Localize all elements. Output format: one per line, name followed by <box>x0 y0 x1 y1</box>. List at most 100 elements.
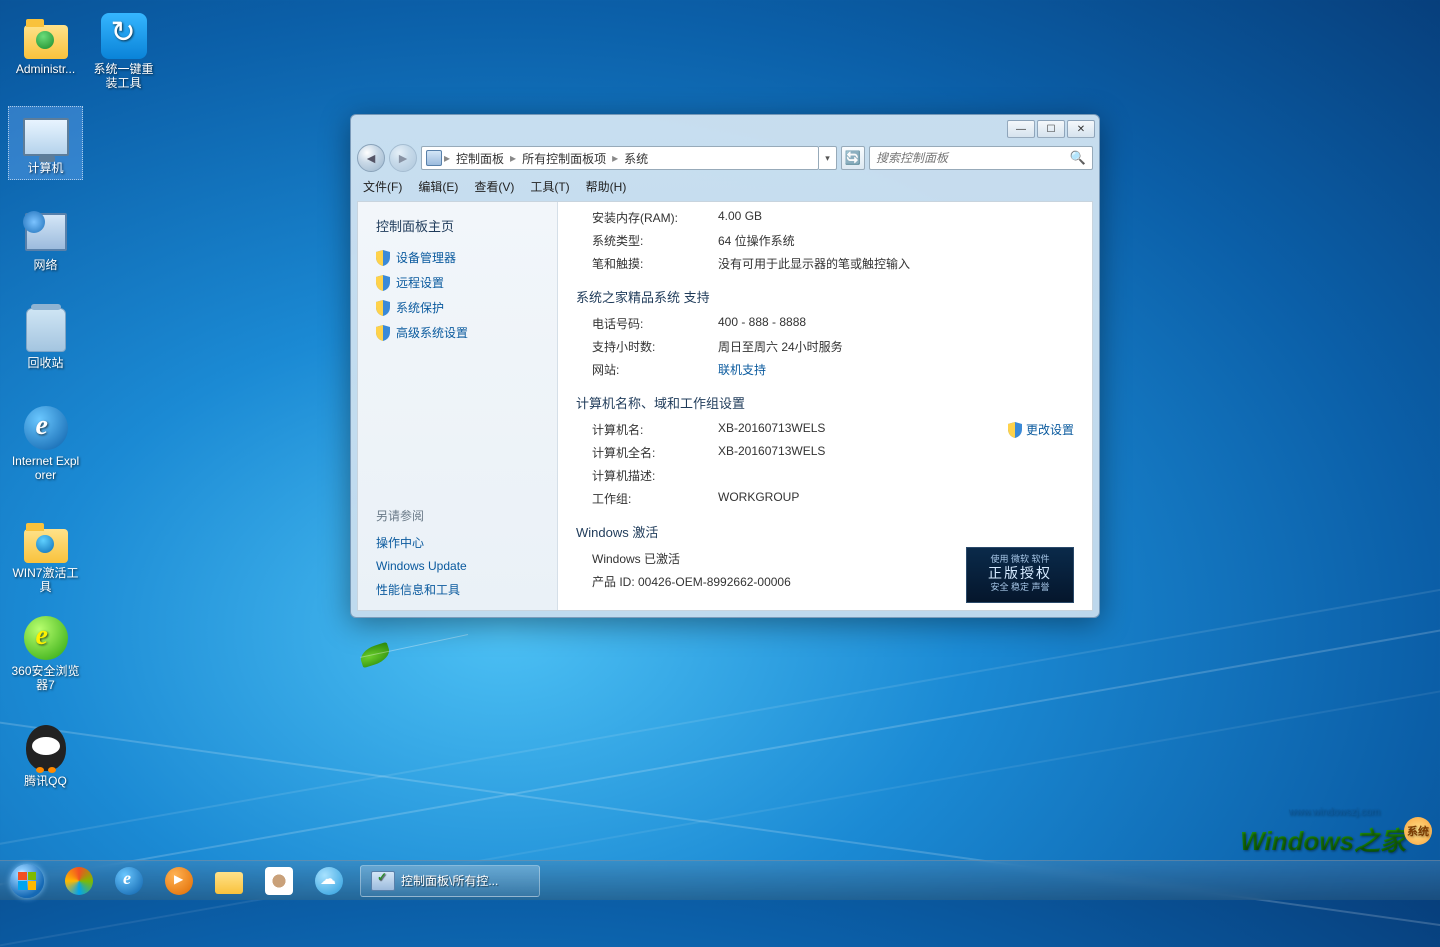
sidebar-link-perf-tools[interactable]: 性能信息和工具 <box>358 577 557 602</box>
desktop-icon-administrator[interactable]: Administr... <box>8 8 83 80</box>
reinstall-app-icon <box>100 12 148 60</box>
systype-label: 系统类型: <box>592 232 718 249</box>
cloud-icon <box>315 867 343 895</box>
taskbar-pin-explorer[interactable] <box>205 862 253 900</box>
desktop-icon-360-browser[interactable]: 360安全浏览器7 <box>8 610 83 696</box>
icon-label: 腾讯QQ <box>8 774 83 792</box>
content-pane[interactable]: 安装内存(RAM):4.00 GB 系统类型:64 位操作系统 笔和触摸:没有可… <box>558 202 1092 610</box>
taskbar-pin-wmp[interactable] <box>155 862 203 900</box>
taskbar-pin-cloud[interactable] <box>305 862 353 900</box>
desktop-icon-win7-activator[interactable]: WIN7激活工具 <box>8 512 83 598</box>
network-icon <box>22 208 70 256</box>
taskbar-pin-rgb[interactable] <box>55 862 103 900</box>
breadcrumb-bar[interactable]: ▸ 控制面板 ▸ 所有控制面板项 ▸ 系统 <box>421 146 819 170</box>
sidebar-link-windows-update[interactable]: Windows Update <box>358 555 557 577</box>
system-window: — ☐ ✕ ◄ ► ▸ 控制面板 ▸ 所有控制面板项 ▸ 系统 ▾ 🔄 🔍 文件… <box>350 114 1100 618</box>
phone-label: 电话号码: <box>592 315 718 332</box>
taskbar-task-control-panel[interactable]: 控制面板\所有控... <box>360 865 540 897</box>
activation-header: Windows 激活 <box>576 522 1074 541</box>
desktop-icon-qq[interactable]: 腾讯QQ <box>8 720 83 792</box>
folder-tool-icon <box>22 516 70 564</box>
shield-icon <box>376 325 390 341</box>
search-box[interactable]: 🔍 <box>869 146 1093 170</box>
menu-view[interactable]: 查看(V) <box>468 176 520 197</box>
sidebar-link-sysprot[interactable]: 系统保护 <box>358 295 557 320</box>
refresh-button[interactable]: 🔄 <box>841 146 865 170</box>
icon-label: 回收站 <box>8 356 83 374</box>
icon-label: 网络 <box>8 258 83 276</box>
systype-value: 64 位操作系统 <box>718 232 1074 249</box>
shield-icon <box>376 275 390 291</box>
menu-bar: 文件(F) 编辑(E) 查看(V) 工具(T) 帮助(H) <box>357 175 1093 197</box>
ram-value: 4.00 GB <box>718 209 1074 226</box>
windows-orb-icon <box>10 864 44 898</box>
icon-label: WIN7激活工具 <box>8 566 83 598</box>
computer-icon <box>22 111 70 159</box>
media-icon <box>65 867 93 895</box>
shield-icon <box>376 300 390 316</box>
address-bar-row: ◄ ► ▸ 控制面板 ▸ 所有控制面板项 ▸ 系统 ▾ 🔄 🔍 <box>357 143 1093 173</box>
menu-edit[interactable]: 编辑(E) <box>412 176 464 197</box>
change-settings-link[interactable]: 更改设置 <box>1008 421 1074 438</box>
sidebar: 控制面板主页 设备管理器 远程设置 系统保护 高级系统设置 另请参阅 操作中心 … <box>358 202 558 610</box>
menu-file[interactable]: 文件(F) <box>357 176 408 197</box>
desktop-icon-network[interactable]: 网络 <box>8 204 83 276</box>
sidebar-header[interactable]: 控制面板主页 <box>358 214 557 245</box>
sidebar-see-also-header: 另请参阅 <box>358 499 557 530</box>
search-input[interactable] <box>876 151 1070 165</box>
desc-label: 计算机描述: <box>592 467 718 484</box>
ie-icon <box>115 867 143 895</box>
pen-label: 笔和触摸: <box>592 255 718 272</box>
search-icon[interactable]: 🔍 <box>1070 150 1086 166</box>
sidebar-link-advsys[interactable]: 高级系统设置 <box>358 320 557 345</box>
start-button[interactable] <box>0 861 54 901</box>
desktop-icon-computer[interactable]: 计算机 <box>8 106 83 180</box>
maximize-button[interactable]: ☐ <box>1037 120 1065 138</box>
desktop-icon-recycle-bin[interactable]: 回收站 <box>8 302 83 374</box>
menu-tools[interactable]: 工具(T) <box>524 176 575 197</box>
breadcrumb-seg3[interactable]: 系统 <box>618 150 654 167</box>
shield-icon <box>376 250 390 266</box>
sidebar-link-action-center[interactable]: 操作中心 <box>358 530 557 555</box>
taskbar-pin-paint[interactable] <box>255 862 303 900</box>
close-button[interactable]: ✕ <box>1067 120 1095 138</box>
control-panel-icon <box>426 150 442 166</box>
window-titlebar[interactable]: — ☐ ✕ <box>351 115 1099 143</box>
wmp-icon <box>165 867 193 895</box>
breadcrumb-seg2[interactable]: 所有控制面板项 <box>516 150 612 167</box>
sidebar-link-devmgr[interactable]: 设备管理器 <box>358 245 557 270</box>
fullname-label: 计算机全名: <box>592 444 718 461</box>
taskbar-pin-ie[interactable] <box>105 862 153 900</box>
breadcrumb-dropdown[interactable]: ▾ <box>819 146 837 170</box>
pcname-value: XB-20160713WELS <box>718 421 1008 438</box>
workgroup-label: 工作组: <box>592 490 718 507</box>
menu-help[interactable]: 帮助(H) <box>580 176 633 197</box>
breadcrumb-seg1[interactable]: 控制面板 <box>450 150 510 167</box>
sidebar-link-remote[interactable]: 远程设置 <box>358 270 557 295</box>
icon-label: 系统一键重装工具 <box>86 62 161 94</box>
product-id: 产品 ID: 00426-OEM-8992662-00006 <box>592 573 791 590</box>
name-header: 计算机名称、域和工作组设置 <box>576 393 1074 412</box>
folder-user-icon <box>22 12 70 60</box>
icon-label: Internet Explorer <box>8 454 83 486</box>
ie-icon <box>22 404 70 452</box>
icon-label: 360安全浏览器7 <box>8 664 83 696</box>
qq-icon <box>22 724 70 772</box>
nav-forward-button[interactable]: ► <box>389 144 417 172</box>
icon-label: Administr... <box>8 62 83 80</box>
nav-back-button[interactable]: ◄ <box>357 144 385 172</box>
genuine-badge: 使用 微软 软件 正版授权 安全 稳定 声誉 <box>966 547 1074 603</box>
hours-value: 周日至周六 24小时服务 <box>718 338 1074 355</box>
desktop-icon-sys-reinstall[interactable]: 系统一键重装工具 <box>86 8 161 94</box>
online-support-link[interactable]: 联机支持 <box>718 363 766 377</box>
watermark-logo: www.windowszj.com Windows之家 系统 <box>1240 821 1432 858</box>
desktop-icon-ie[interactable]: Internet Explorer <box>8 400 83 486</box>
hours-label: 支持小时数: <box>592 338 718 355</box>
minimize-button[interactable]: — <box>1007 120 1035 138</box>
360-browser-icon <box>22 614 70 662</box>
control-panel-icon <box>371 871 395 891</box>
pcname-label: 计算机名: <box>592 421 718 438</box>
recycle-bin-icon <box>22 306 70 354</box>
desc-value <box>718 467 1074 484</box>
icon-label: 计算机 <box>9 161 82 179</box>
